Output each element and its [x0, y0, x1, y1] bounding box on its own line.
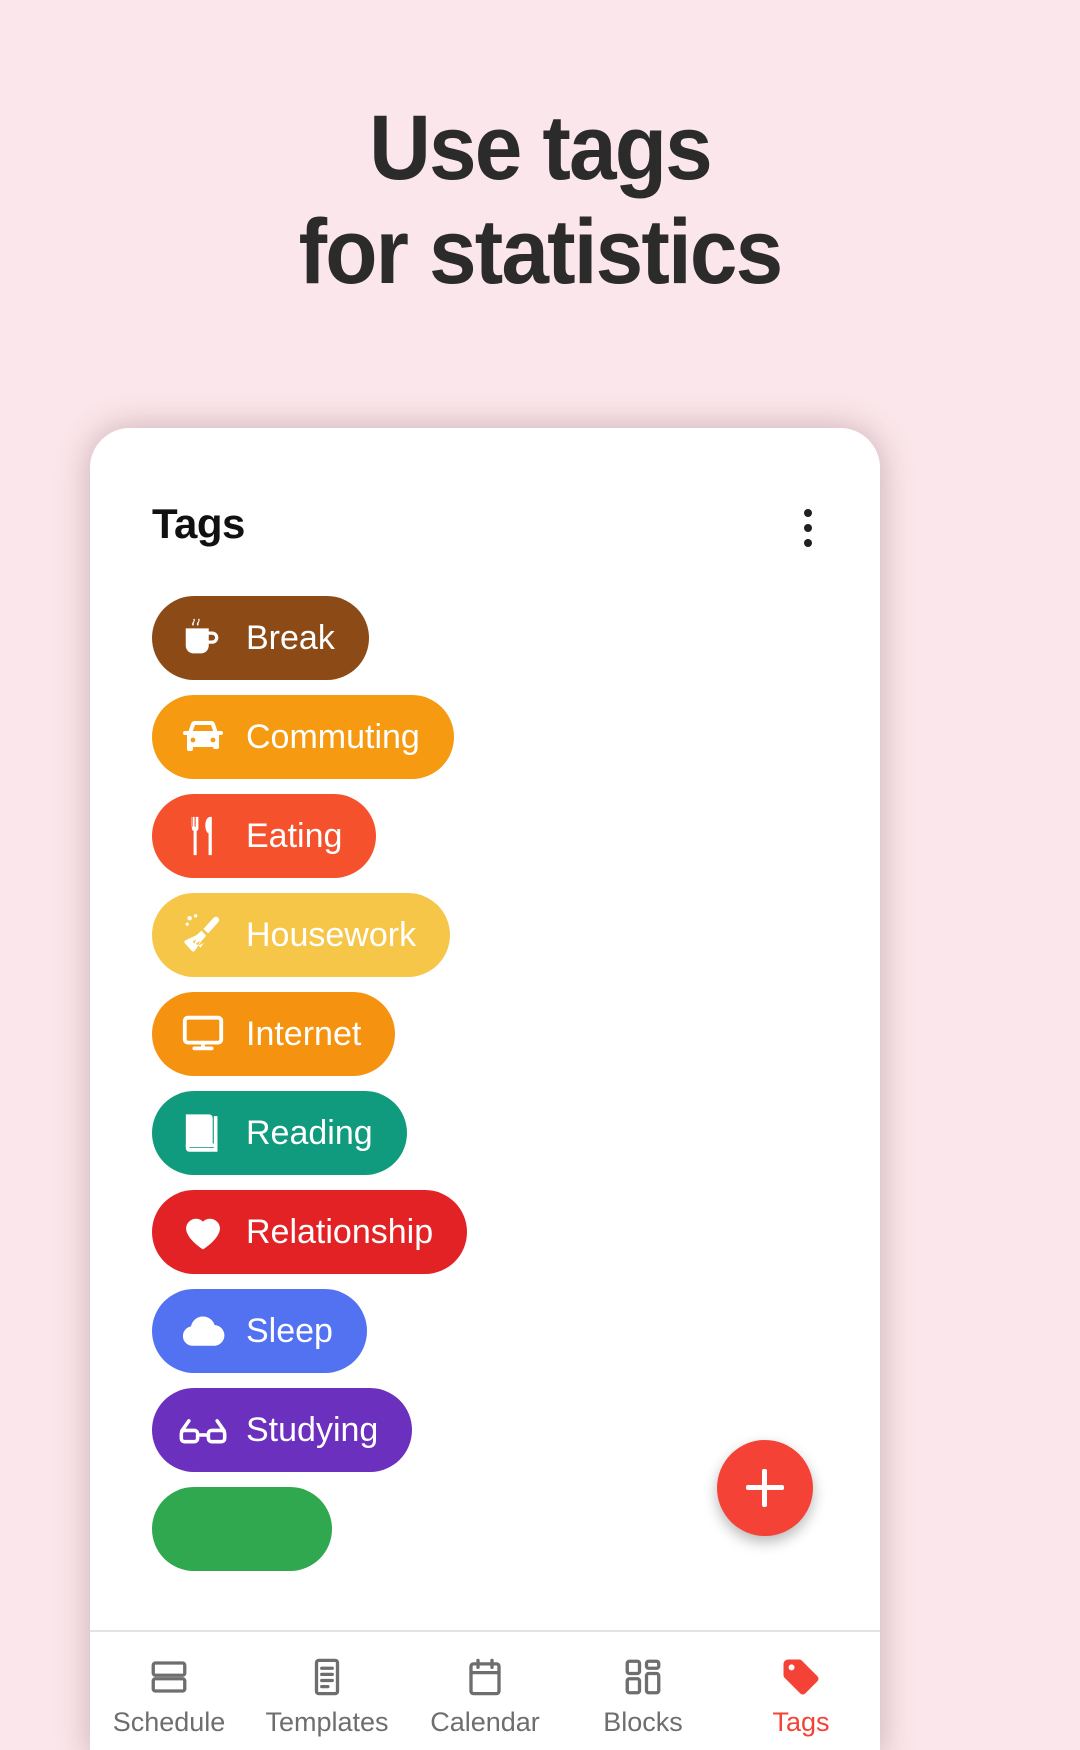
cutlery-icon [178, 811, 228, 861]
add-tag-button[interactable] [717, 1440, 813, 1536]
template-icon [306, 1655, 348, 1699]
phone-mockup: Tags Break Commuting Eating Housework Intern… [90, 428, 880, 1750]
tag-list-item: Housework [152, 893, 880, 992]
broom-icon [178, 910, 228, 960]
dot [804, 509, 812, 517]
overflow-menu-icon[interactable] [784, 500, 832, 556]
tag-list-item: Commuting [152, 695, 880, 794]
blocks-icon [622, 1655, 664, 1699]
tag-list-item: Relationship [152, 1190, 880, 1289]
nav-item-label: Blocks [603, 1706, 683, 1737]
tag-list-item: Sleep [152, 1289, 880, 1388]
tag-label: Reading [246, 1114, 373, 1152]
tag-chip-studying[interactable]: Studying [152, 1388, 413, 1472]
tag-chip-partial[interactable] [152, 1487, 332, 1571]
dot [804, 524, 812, 532]
tag-chip-sleep[interactable]: Sleep [152, 1289, 367, 1373]
schedule-icon [148, 1655, 190, 1699]
headline-line-1: Use tags [369, 97, 713, 199]
bottom-navigation: Schedule Templates Calendar Blocks Tags [90, 1630, 880, 1750]
coffee-mug-icon [178, 613, 228, 663]
nav-item-tags[interactable]: Tags [722, 1632, 880, 1750]
monitor-icon [178, 1009, 228, 1059]
app-screen: Tags Break Commuting Eating Housework Intern… [90, 428, 880, 1750]
tag-label: Internet [246, 1015, 362, 1053]
nav-item-label: Calendar [430, 1706, 540, 1737]
cloud-icon [178, 1306, 228, 1356]
book-icon [178, 1108, 228, 1158]
nav-item-calendar[interactable]: Calendar [406, 1632, 564, 1750]
nav-item-label: Templates [265, 1706, 389, 1737]
nav-item-label: Schedule [112, 1706, 226, 1737]
tag-label: Studying [246, 1411, 379, 1449]
app-bar: Tags [90, 428, 880, 588]
tag-chip-commuting[interactable]: Commuting [152, 695, 454, 779]
car-icon [178, 712, 228, 762]
tag-chip-reading[interactable]: Reading [152, 1091, 407, 1175]
tag-list-item: Break [152, 596, 880, 695]
tag-chip-housework[interactable]: Housework [152, 893, 451, 977]
nav-item-templates[interactable]: Templates [248, 1632, 406, 1750]
tag-list-item: Reading [152, 1091, 880, 1190]
tag-label: Sleep [246, 1312, 333, 1350]
nav-item-blocks[interactable]: Blocks [564, 1632, 722, 1750]
headline-line-2: for statistics [298, 201, 784, 303]
tag-chip-internet[interactable]: Internet [152, 992, 396, 1076]
promo-headline: Use tags for statistics [38, 96, 1042, 304]
plus-icon [746, 1469, 784, 1507]
tag-chip-eating[interactable]: Eating [152, 794, 377, 878]
page-title: Tags [152, 500, 245, 547]
glasses-icon [178, 1405, 228, 1455]
nav-item-label: Tags [772, 1706, 830, 1737]
tag-label: Break [246, 619, 335, 657]
tag-label: Commuting [246, 718, 420, 756]
dot [804, 539, 812, 547]
promo-screenshot: Use tags for statistics Tags Break Commut… [0, 0, 1080, 1750]
tag-label: Relationship [246, 1213, 434, 1251]
tag-label: Housework [246, 916, 417, 954]
tag-list-item: Eating [152, 794, 880, 893]
calendar-icon [464, 1655, 506, 1699]
none [178, 1504, 228, 1554]
nav-item-schedule[interactable]: Schedule [90, 1632, 248, 1750]
tag-chip-break[interactable]: Break [152, 596, 369, 680]
heart-icon [178, 1207, 228, 1257]
tag-list-item: Internet [152, 992, 880, 1091]
tag-label: Eating [246, 817, 343, 855]
tag-chip-relationship[interactable]: Relationship [152, 1190, 468, 1274]
tag-icon [780, 1655, 822, 1699]
